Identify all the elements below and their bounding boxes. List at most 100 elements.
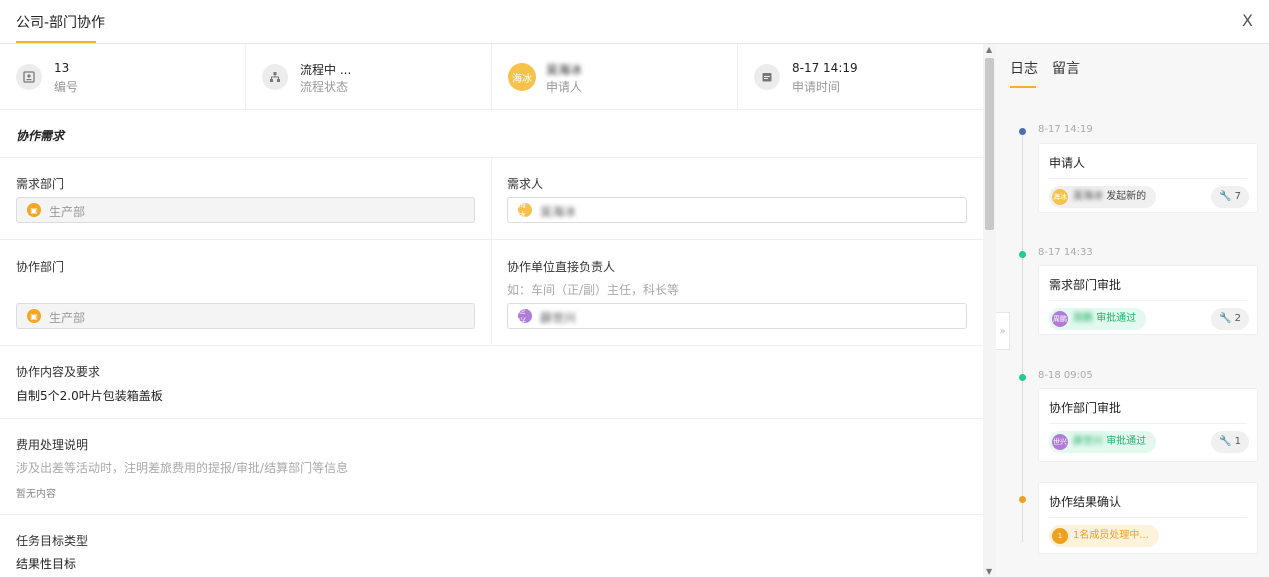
badge-count: 1	[1234, 436, 1241, 447]
task-type-label: 任务目标类型	[16, 534, 89, 548]
card-title: 协作结果确认	[1049, 495, 1122, 509]
column-divider	[491, 157, 492, 345]
divider	[0, 345, 983, 346]
timeline-dot	[1019, 496, 1026, 503]
timeline-dot	[1019, 128, 1026, 135]
avatar: 世兴	[1052, 434, 1068, 450]
window-header: 公司-部门协作 X	[0, 0, 1269, 44]
info-cell-time: 8-17 14:19 申请时间	[738, 44, 983, 109]
pill-action: 发起新的	[1106, 191, 1147, 202]
info-row: 13 编号 流程中 ... 流程状态 海冰 吴海冰 申请人 8-17 14:19…	[0, 44, 983, 110]
info-value: 流程中 ...	[300, 63, 352, 77]
tab-message[interactable]: 留言	[1052, 58, 1080, 78]
timeline-time: 8-17 14:19	[1038, 124, 1093, 135]
timeline-card: 协作部门审批 世兴 薛世兴 审批通过 🔧 1	[1038, 388, 1258, 462]
tool-count-badge[interactable]: 🔧 7	[1210, 186, 1249, 208]
pending-count-icon: 1	[1052, 528, 1068, 544]
demand-dept-field: ▣ 生产部	[16, 197, 475, 223]
task-type-value: 结果性目标	[16, 557, 77, 571]
timeline-card: 协作结果确认 1 1名成员处理中...	[1038, 482, 1258, 554]
demand-dept-label: 需求部门	[16, 177, 65, 191]
scrollbar[interactable]: ▲ ▼	[983, 44, 996, 577]
timeline-time: 8-18 09:05	[1038, 370, 1093, 381]
avatar: 海冰	[1052, 189, 1068, 205]
info-label: 流程状态	[300, 80, 349, 94]
info-value: 吴海冰	[546, 63, 583, 77]
content-label: 协作内容及要求	[16, 365, 101, 379]
divider	[0, 418, 983, 419]
avatar: 海冰	[518, 200, 532, 220]
divider	[0, 514, 983, 515]
badge-count: 7	[1234, 191, 1241, 202]
divider	[0, 239, 983, 240]
info-label: 申请时间	[792, 80, 841, 94]
wrench-icon: 🔧	[1218, 191, 1232, 202]
info-label: 申请人	[546, 80, 583, 94]
active-tab-indicator	[1010, 86, 1036, 88]
close-icon[interactable]: X	[1242, 11, 1253, 30]
pill-action: 审批通过	[1096, 313, 1137, 324]
coop-dept-field: ▣ 生产部	[16, 303, 475, 329]
tool-count-badge[interactable]: 🔧 2	[1210, 308, 1249, 330]
cost-label: 费用处理说明	[16, 438, 89, 452]
timeline-line	[1022, 132, 1023, 542]
id-card-icon	[16, 64, 42, 90]
tab-log[interactable]: 日志	[1010, 58, 1038, 78]
tool-count-badge[interactable]: 🔧 1	[1210, 431, 1249, 453]
card-title: 申请人	[1049, 156, 1086, 170]
card-title: 协作部门审批	[1049, 401, 1122, 415]
scroll-down-icon[interactable]: ▼	[986, 567, 992, 576]
wrench-icon: 🔧	[1218, 313, 1232, 324]
log-panel: 日志 留言 8-17 14:19 申请人 海冰 吴海冰 发起新的 🔧 7 8-1…	[996, 44, 1269, 577]
coop-leader-label: 协作单位直接负责人	[507, 260, 616, 274]
info-cell-number: 13 编号	[0, 44, 246, 109]
coop-dept-label: 协作部门	[16, 260, 65, 274]
status-pill: 世兴 薛世兴 审批通过	[1049, 431, 1157, 453]
department-icon: ▣	[27, 203, 41, 217]
timeline-time: 8-17 14:33	[1038, 247, 1093, 258]
scrollbar-thumb[interactable]	[985, 58, 994, 230]
coop-leader-field[interactable]: 世兴 薛世兴	[507, 303, 967, 329]
section-title: 协作需求	[16, 129, 65, 143]
coop-leader-hint: 如：车间（正/副）主任，科长等	[507, 283, 680, 297]
content-value: 自制5个2.0叶片包装箱盖板	[16, 389, 163, 403]
calendar-icon	[754, 64, 780, 90]
wrench-icon: 🔧	[1218, 436, 1232, 447]
demander-label: 需求人	[507, 177, 544, 191]
avatar: 世兴	[518, 306, 532, 326]
flow-icon	[262, 64, 288, 90]
timeline-card: 申请人 海冰 吴海冰 发起新的 🔧 7	[1038, 143, 1258, 213]
avatar: 海冰	[508, 63, 536, 91]
demander-value: 吴海冰	[540, 205, 577, 219]
timeline-dot	[1019, 374, 1026, 381]
pill-action: 1名成员处理中...	[1073, 530, 1149, 541]
info-label: 编号	[54, 80, 79, 94]
card-divider	[1049, 517, 1247, 518]
card-title: 需求部门审批	[1049, 278, 1122, 292]
demander-field[interactable]: 海冰 吴海冰	[507, 197, 967, 223]
scroll-up-icon[interactable]: ▲	[986, 45, 992, 54]
card-divider	[1049, 300, 1247, 301]
pill-person: 吴海冰	[1073, 191, 1103, 202]
cost-hint: 涉及出差等活动时，注明差旅费用的提报/审批/结算部门等信息	[16, 461, 349, 475]
coop-leader-value: 薛世兴	[540, 311, 577, 325]
coop-dept-value: 生产部	[49, 311, 86, 325]
demand-dept-value: 生产部	[49, 205, 86, 219]
card-divider	[1049, 178, 1247, 179]
info-value: 8-17 14:19	[792, 61, 858, 75]
pill-person: 薛世兴	[1073, 436, 1103, 447]
cost-empty: 暂无内容	[16, 489, 56, 500]
timeline-card: 需求部门审批 周鹏 周鹏 审批通过 🔧 2	[1038, 265, 1258, 335]
timeline-dot	[1019, 251, 1026, 258]
title-underline	[16, 41, 96, 43]
info-cell-applicant: 海冰 吴海冰 申请人	[492, 44, 738, 109]
pill-action: 审批通过	[1106, 436, 1147, 447]
collapse-panel-button[interactable]: »	[996, 312, 1010, 350]
info-value: 13	[54, 61, 70, 75]
pill-person: 周鹏	[1073, 313, 1093, 324]
department-icon: ▣	[27, 309, 41, 323]
status-pill: 周鹏 周鹏 审批通过	[1049, 308, 1147, 330]
badge-count: 2	[1234, 313, 1241, 324]
window-title: 公司-部门协作	[16, 15, 106, 31]
card-divider	[1049, 423, 1247, 424]
